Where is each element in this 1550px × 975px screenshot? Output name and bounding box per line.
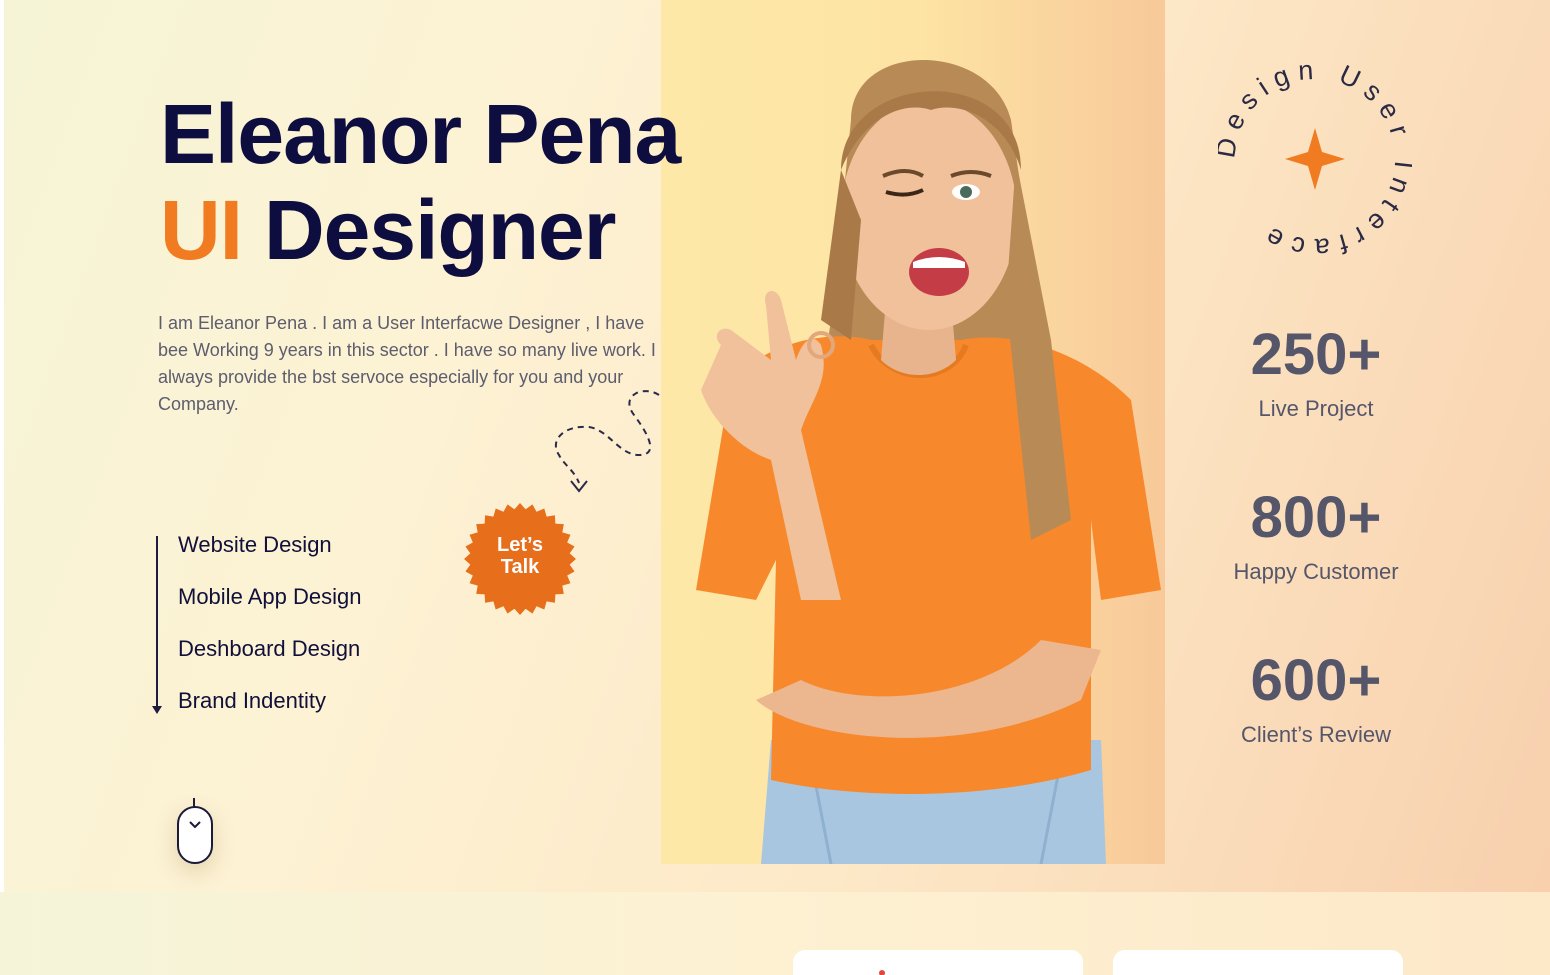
hero-role-accent: UI: [160, 183, 243, 277]
stat-value: 800+: [1250, 485, 1382, 550]
service-item: Mobile App Design: [178, 584, 362, 609]
service-item: Deshboard Design: [178, 636, 361, 661]
stat-value: 600+: [1250, 648, 1382, 713]
chevron-down-icon: [189, 821, 201, 829]
service-item: Brand Indentity: [178, 688, 326, 713]
stat-label: Happy Customer: [1233, 559, 1399, 584]
stat-client-reviews: 600+ Client’s Review: [1216, 650, 1416, 748]
four-point-star-icon: [1285, 128, 1345, 190]
stat-value: 250+: [1250, 322, 1382, 387]
hero-role-rest: Designer: [264, 183, 616, 277]
portrait-photo: [661, 0, 1165, 864]
arrow-down-icon: [152, 706, 162, 714]
service-item: Website Design: [178, 532, 332, 557]
services-divider: [156, 536, 158, 712]
hero-section: Eleanor Pena UI Designer I am Eleanor Pen…: [0, 0, 1550, 892]
stat-live-projects: 250+ Live Project: [1216, 324, 1416, 422]
preview-card: [1113, 950, 1403, 975]
hero-name: Eleanor Pena: [160, 87, 681, 181]
lets-talk-label-line1: Let’s: [497, 534, 543, 556]
lets-talk-button[interactable]: Let’s Talk: [463, 502, 577, 616]
preview-card: [793, 950, 1083, 975]
dashed-arrow-icon: [554, 390, 660, 493]
stat-happy-customers: 800+ Happy Customer: [1216, 487, 1416, 585]
mouse-scroll-icon[interactable]: [177, 806, 213, 864]
stat-label: Live Project: [1258, 396, 1374, 421]
lets-talk-label-line2: Talk: [500, 556, 540, 578]
rotating-text-badge: Design User Interface: [1218, 62, 1411, 256]
accent-dot: [879, 970, 885, 975]
portrait-illustration: [696, 60, 1161, 864]
stat-label: Client’s Review: [1241, 722, 1391, 747]
hero-role: UI Designer: [160, 182, 616, 279]
